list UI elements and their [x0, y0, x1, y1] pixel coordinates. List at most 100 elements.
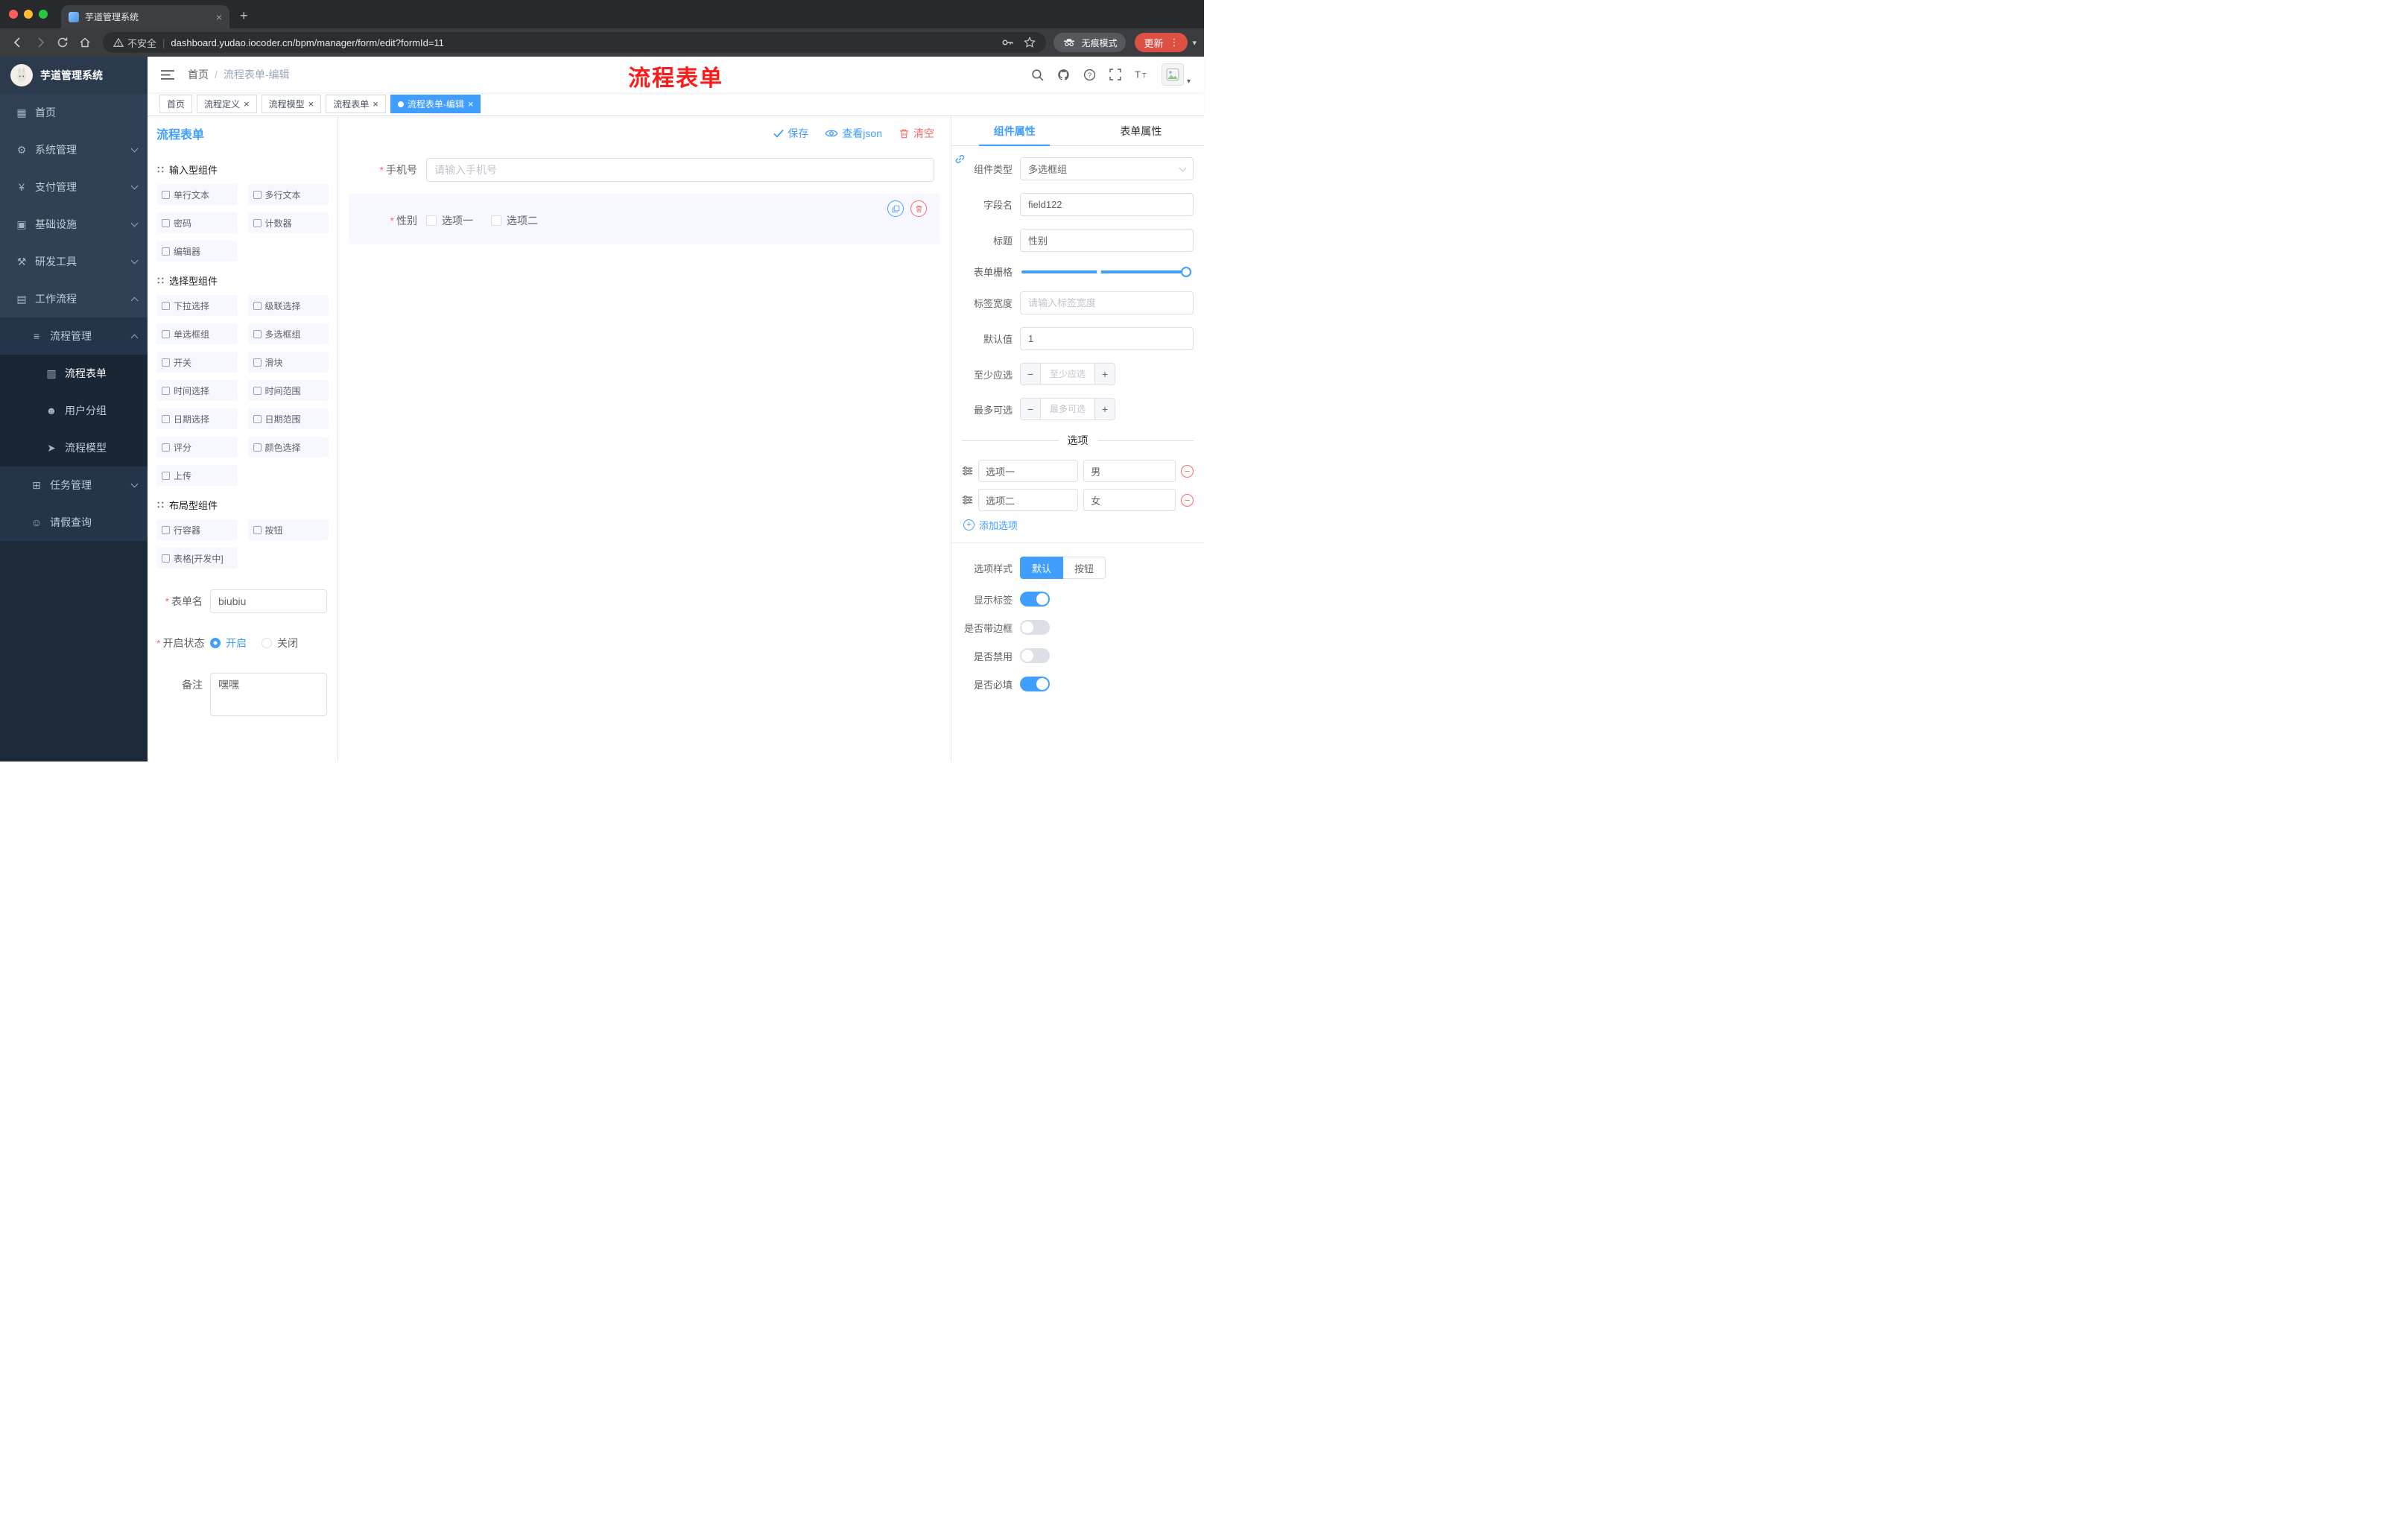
grid-slider[interactable] [1021, 266, 1191, 277]
palette-item-table[interactable]: 表格[开发中] [156, 548, 238, 569]
palette-item-time-range[interactable]: 时间范围 [247, 380, 329, 401]
window-close-button[interactable] [9, 10, 18, 19]
tag-close-icon[interactable]: × [244, 99, 250, 109]
breadcrumb-home[interactable]: 首页 [188, 67, 209, 82]
remove-option-icon[interactable]: − [1181, 493, 1194, 507]
back-icon[interactable] [7, 32, 28, 53]
form-remark-textarea[interactable]: 嘿嘿 [210, 673, 327, 716]
palette-item-counter[interactable]: 计数器 [247, 212, 329, 233]
palette-item-radio-group[interactable]: 单选框组 [156, 323, 238, 344]
phone-input[interactable] [426, 158, 934, 182]
gender-option-2[interactable]: 选项二 [491, 213, 538, 228]
palette-item-slider[interactable]: 滑块 [247, 352, 329, 373]
tab-component-props[interactable]: 组件属性 [951, 116, 1078, 146]
sidebar-item-dev-tools[interactable]: ⚒ 研发工具 [0, 243, 148, 280]
minus-icon[interactable]: − [1021, 399, 1041, 419]
view-json-button[interactable]: 查看json [825, 126, 882, 141]
window-zoom-button[interactable] [39, 10, 48, 19]
sidebar-item-workflow[interactable]: ▤ 工作流程 [0, 280, 148, 317]
component-type-select[interactable]: 多选框组 [1020, 157, 1194, 180]
browser-tab[interactable]: 芋道管理系统 × [61, 5, 229, 28]
title-input[interactable] [1020, 229, 1194, 252]
palette-item-color-picker[interactable]: 颜色选择 [247, 437, 329, 457]
clear-button[interactable]: 清空 [899, 126, 934, 141]
field-name-input[interactable] [1020, 193, 1194, 216]
checkbox-icon[interactable] [491, 215, 501, 226]
sidebar-item-home[interactable]: ▦ 首页 [0, 94, 148, 131]
plus-icon[interactable]: + [1094, 399, 1115, 419]
form-name-input[interactable] [210, 589, 327, 613]
style-button-button[interactable]: 按钮 [1063, 557, 1106, 579]
gender-option-1[interactable]: 选项一 [426, 213, 473, 228]
slider-handle[interactable] [1181, 266, 1191, 277]
minus-icon[interactable]: − [1021, 364, 1041, 384]
hamburger-icon[interactable] [161, 69, 174, 80]
option-value-input[interactable] [1083, 489, 1176, 511]
palette-item-upload[interactable]: 上传 [156, 465, 238, 486]
tag-close-icon[interactable]: × [373, 99, 378, 109]
add-option-button[interactable]: + 添加选项 [963, 518, 1194, 532]
forward-icon[interactable] [30, 32, 51, 53]
toolbar-chevron-icon[interactable]: ▾ [1192, 38, 1197, 48]
delete-field-button[interactable] [910, 200, 927, 217]
show-label-toggle[interactable] [1020, 592, 1050, 607]
window-minimize-button[interactable] [24, 10, 33, 19]
help-icon[interactable]: ? [1083, 69, 1096, 81]
palette-item-editor[interactable]: 编辑器 [156, 241, 238, 262]
palette-item-checkbox-group[interactable]: 多选框组 [247, 323, 329, 344]
max-select-input[interactable] [1041, 399, 1094, 419]
bordered-toggle[interactable] [1020, 620, 1050, 635]
palette-item-password[interactable]: 密码 [156, 212, 238, 233]
radio-off[interactable]: 关闭 [262, 636, 298, 650]
update-button[interactable]: 更新 ⋮ [1135, 33, 1188, 52]
copy-field-button[interactable] [887, 200, 904, 217]
search-icon[interactable] [1031, 69, 1044, 81]
plus-icon[interactable]: + [1094, 364, 1115, 384]
disabled-toggle[interactable] [1020, 648, 1050, 663]
font-size-icon[interactable]: TT [1135, 69, 1148, 80]
tag-process-form[interactable]: 流程表单 × [326, 95, 386, 113]
reload-icon[interactable] [52, 32, 73, 53]
sidebar-item-process-model[interactable]: ➤ 流程模型 [0, 429, 148, 466]
browser-menu-icon[interactable]: ⋮ [1169, 37, 1179, 48]
address-bar[interactable]: 不安全 | dashboard.yudao.iocoder.cn/bpm/man… [103, 32, 1047, 53]
tag-home[interactable]: 首页 [159, 95, 193, 113]
github-icon[interactable] [1057, 69, 1070, 81]
palette-item-button[interactable]: 按钮 [247, 519, 329, 540]
option-value-input[interactable] [1083, 460, 1176, 482]
home-button-icon[interactable] [75, 32, 95, 53]
avatar[interactable] [1161, 63, 1184, 86]
tag-process-model[interactable]: 流程模型 × [261, 95, 322, 113]
palette-item-time-picker[interactable]: 时间选择 [156, 380, 238, 401]
required-toggle[interactable] [1020, 677, 1050, 691]
palette-item-date-picker[interactable]: 日期选择 [156, 408, 238, 429]
palette-item-select[interactable]: 下拉选择 [156, 295, 238, 316]
sidebar-item-task-management[interactable]: ⊞ 任务管理 [0, 466, 148, 504]
sidebar-item-leave-query[interactable]: ☺ 请假查询 [0, 504, 148, 541]
palette-item-row-container[interactable]: 行容器 [156, 519, 238, 540]
sidebar-item-system-management[interactable]: ⚙ 系统管理 [0, 131, 148, 168]
palette-item-date-range[interactable]: 日期范围 [247, 408, 329, 429]
sidebar-item-payment-management[interactable]: ¥ 支付管理 [0, 168, 148, 206]
palette-item-cascader[interactable]: 级联选择 [247, 295, 329, 316]
fullscreen-icon[interactable] [1109, 69, 1121, 80]
sidebar-item-process-management[interactable]: ≡ 流程管理 [0, 317, 148, 355]
form-field-gender[interactable]: 性别 选项一 选项二 [349, 194, 940, 244]
palette-item-single-line-text[interactable]: 单行文本 [156, 184, 238, 205]
option-name-input[interactable] [978, 460, 1079, 482]
palette-item-multi-line-text[interactable]: 多行文本 [247, 184, 329, 205]
bookmark-star-icon[interactable] [1024, 37, 1036, 48]
remove-option-icon[interactable]: − [1181, 464, 1194, 478]
checkbox-icon[interactable] [426, 215, 437, 226]
save-button[interactable]: 保存 [773, 126, 808, 141]
drag-handle-icon[interactable] [962, 466, 973, 475]
user-menu[interactable]: ▾ [1161, 63, 1191, 86]
tag-close-icon[interactable]: × [468, 99, 474, 109]
tab-form-props[interactable]: 表单属性 [1078, 116, 1205, 145]
min-select-input[interactable] [1041, 364, 1094, 384]
tag-process-form-edit[interactable]: 流程表单-编辑 × [390, 95, 481, 113]
security-chip[interactable]: 不安全 [113, 36, 156, 50]
tab-close-icon[interactable]: × [216, 11, 222, 23]
sidebar-item-infrastructure[interactable]: ▣ 基础设施 [0, 206, 148, 243]
palette-item-switch[interactable]: 开关 [156, 352, 238, 373]
